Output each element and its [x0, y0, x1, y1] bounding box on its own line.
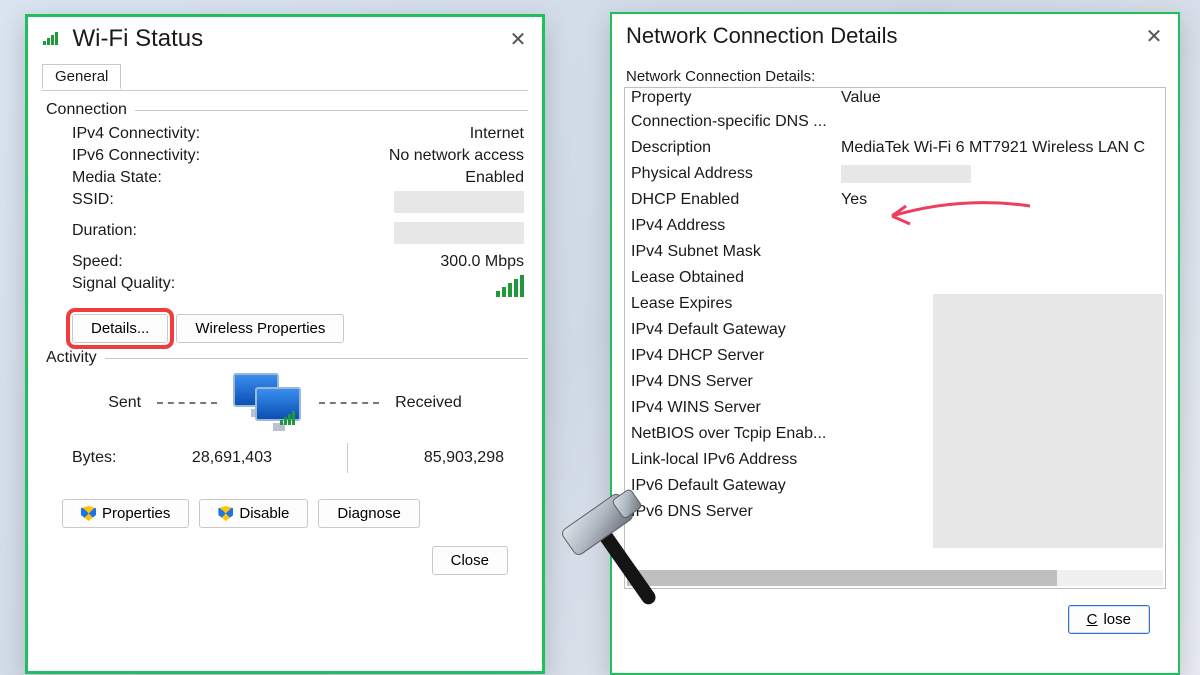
table-row: DescriptionMediaTek Wi-Fi 6 MT7921 Wirel…	[625, 135, 1165, 161]
table-row: DHCP EnabledYes	[625, 187, 1165, 213]
activity-graphic: Sent Received	[42, 373, 528, 433]
signal-quality-value	[494, 275, 524, 302]
ssid-label: SSID:	[72, 191, 114, 218]
signal-bars-icon	[494, 275, 524, 302]
table-row: Lease Obtained	[625, 265, 1165, 291]
received-label: Received	[395, 394, 462, 412]
close-icon[interactable]: ✕	[1140, 22, 1168, 50]
details-button[interactable]: Details...	[72, 314, 168, 343]
details-subtitle: Network Connection Details:	[626, 68, 1166, 85]
speed-value: 300.0 Mbps	[440, 253, 524, 271]
window-title: Network Connection Details	[626, 23, 897, 49]
bytes-received-value: 85,903,298	[424, 449, 504, 467]
wifi-signal-icon	[42, 31, 62, 52]
wireless-properties-button[interactable]: Wireless Properties	[176, 314, 344, 343]
column-property[interactable]: Property	[625, 88, 835, 108]
ipv4-connectivity-label: IPv4 Connectivity:	[72, 125, 200, 143]
section-connection: Connection	[46, 101, 528, 119]
speed-label: Speed:	[72, 253, 123, 271]
duration-value	[394, 222, 524, 249]
horizontal-scrollbar[interactable]	[627, 570, 1163, 586]
table-row: IPv4 Address	[625, 213, 1165, 239]
ipv6-connectivity-value: No network access	[389, 147, 524, 165]
details-grid[interactable]: Property Value Connection-specific DNS .…	[624, 87, 1166, 589]
bytes-sent-value: 28,691,403	[192, 449, 272, 467]
table-row: Physical Address	[625, 161, 1165, 187]
table-row: IPv4 Subnet Mask	[625, 239, 1165, 265]
diagnose-button[interactable]: Diagnose	[318, 499, 419, 528]
ipv4-connectivity-value: Internet	[470, 125, 524, 143]
window-title: Wi-Fi Status	[42, 25, 203, 53]
wifi-status-window: Wi-Fi Status ✕ General Connection IPv4 C…	[25, 14, 545, 674]
section-activity: Activity	[46, 349, 528, 367]
tabstrip: General	[42, 63, 528, 91]
media-state-label: Media State:	[72, 169, 162, 187]
dhcp-enabled-value: Yes	[835, 187, 1165, 213]
redacted-values-block	[933, 294, 1163, 548]
network-details-window: Network Connection Details ✕ Network Con…	[610, 12, 1180, 675]
shield-icon	[81, 506, 96, 521]
table-row: Connection-specific DNS ...	[625, 109, 1165, 135]
disable-button[interactable]: Disable	[199, 499, 308, 528]
close-button[interactable]: Close	[1068, 605, 1150, 634]
media-state-value: Enabled	[465, 169, 524, 187]
tab-general[interactable]: General	[42, 64, 121, 89]
ssid-value	[394, 191, 524, 218]
properties-button[interactable]: Properties	[62, 499, 189, 528]
column-value[interactable]: Value	[835, 88, 1165, 108]
close-button[interactable]: Close	[432, 546, 508, 575]
bytes-label: Bytes:	[72, 449, 116, 467]
ipv6-connectivity-label: IPv6 Connectivity:	[72, 147, 200, 165]
duration-label: Duration:	[72, 222, 137, 249]
sent-label: Sent	[108, 394, 141, 412]
close-icon[interactable]: ✕	[504, 25, 532, 53]
signal-quality-label: Signal Quality:	[72, 275, 175, 302]
titlebar: Wi-Fi Status ✕	[28, 17, 542, 61]
network-activity-icon	[233, 373, 303, 433]
shield-icon	[218, 506, 233, 521]
titlebar: Network Connection Details ✕	[612, 14, 1178, 58]
